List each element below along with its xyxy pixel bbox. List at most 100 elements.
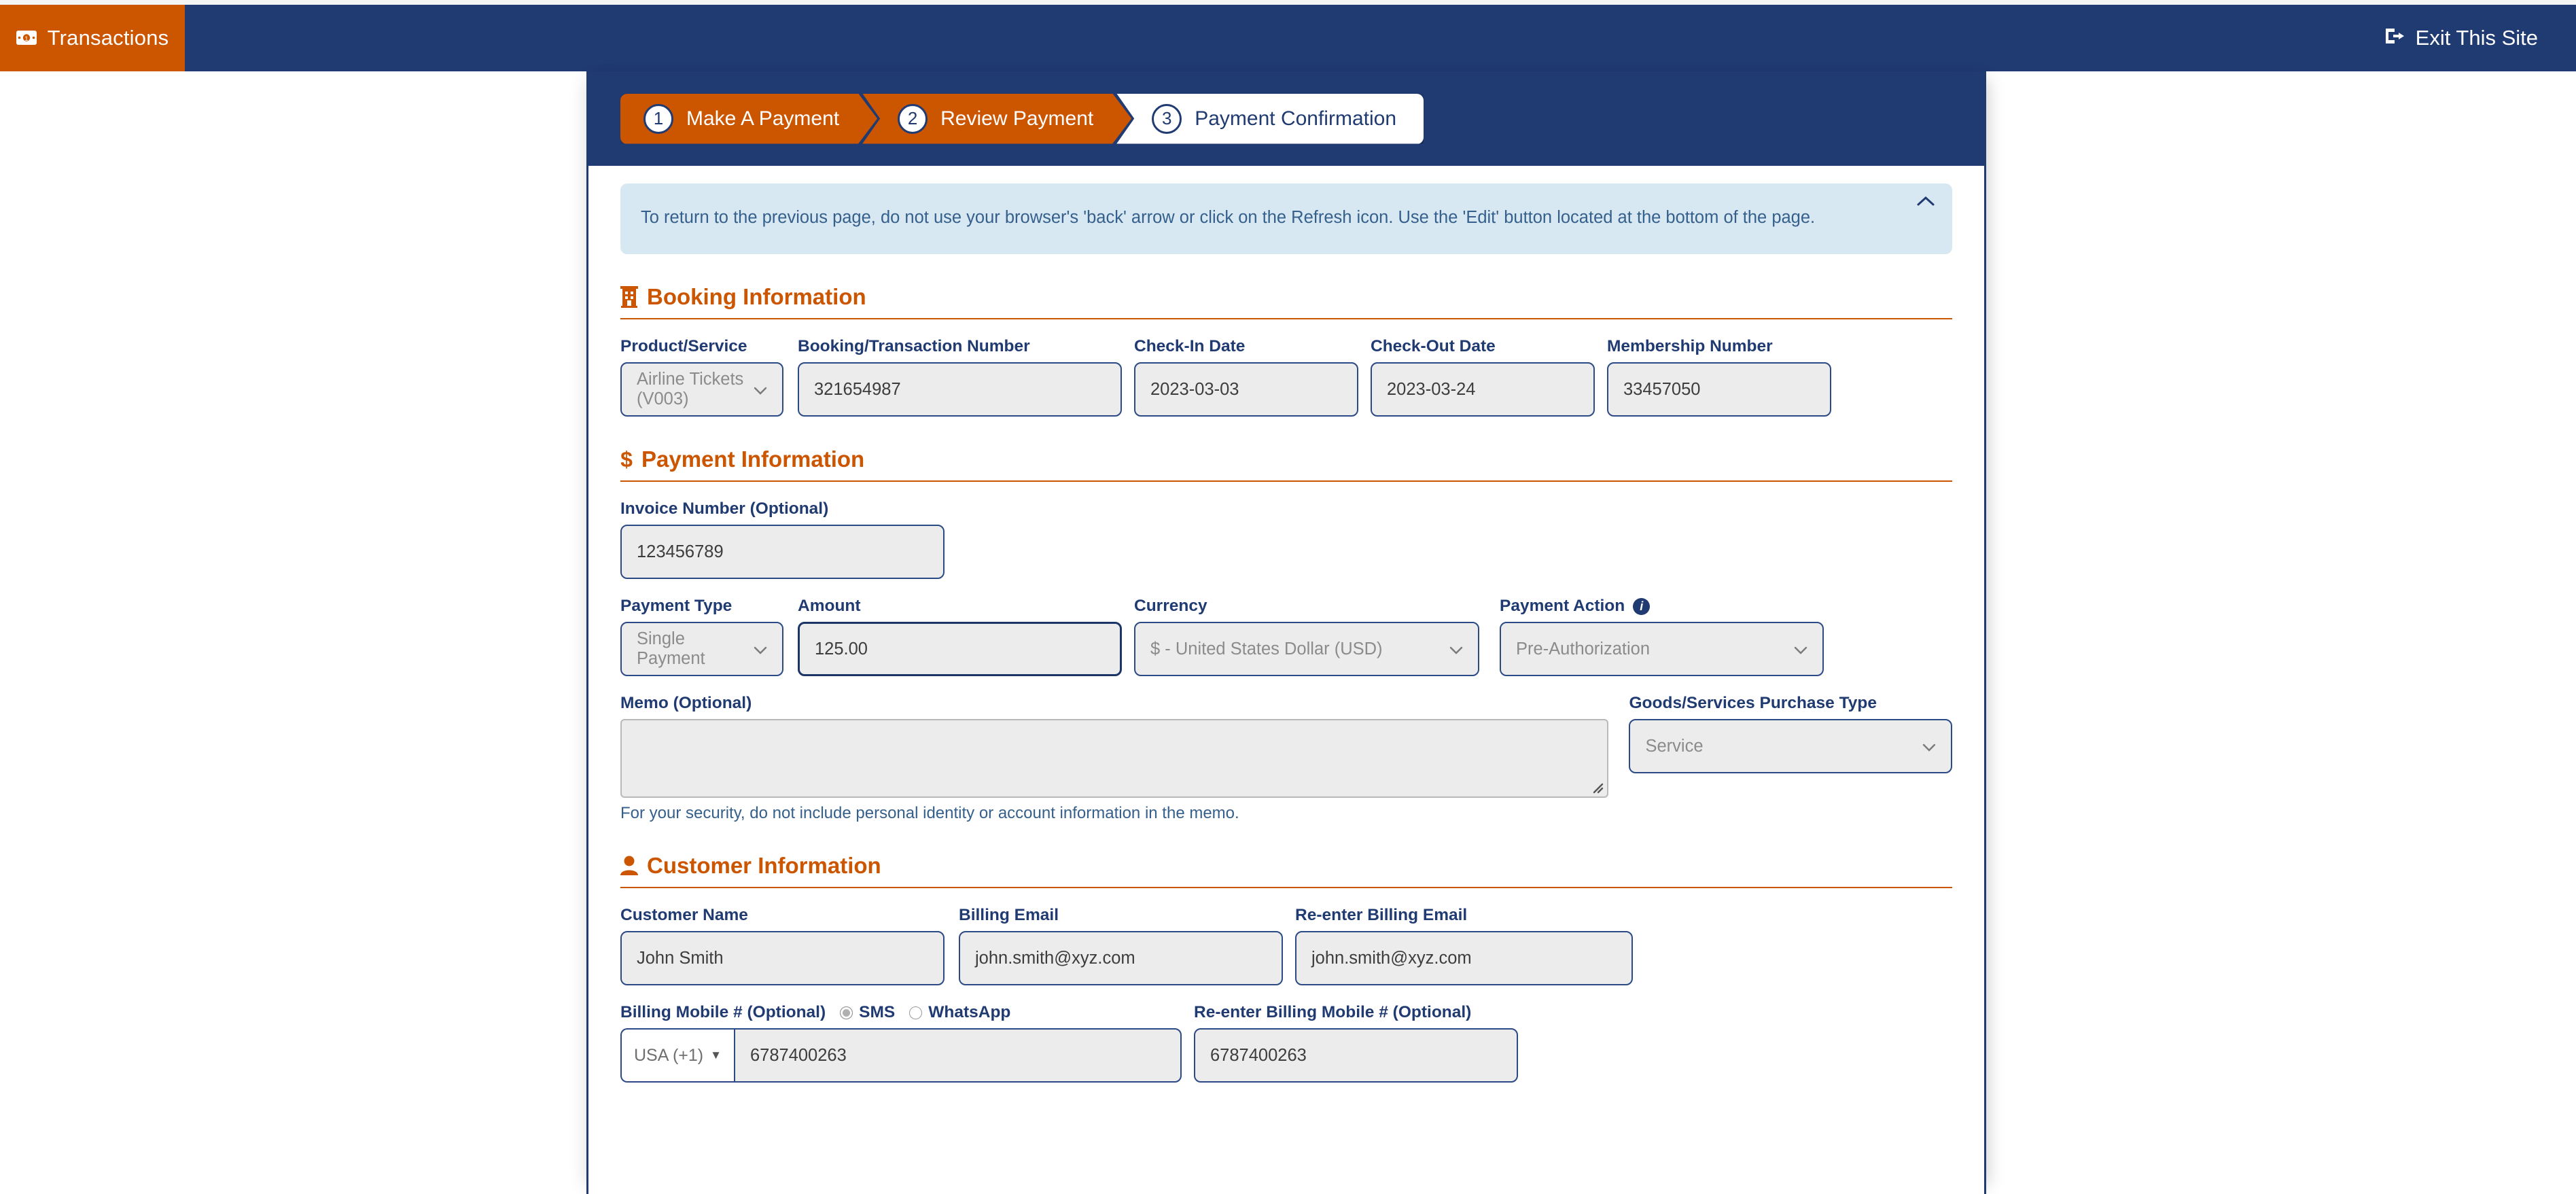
membership-number-input[interactable]: 33457050 xyxy=(1607,362,1831,417)
radio-whatsapp-input[interactable] xyxy=(909,1006,923,1019)
country-code-value: USA (+1) xyxy=(634,1045,704,1065)
label-billing-mobile: Billing Mobile # (Optional) SMS WhatsApp xyxy=(620,1003,1182,1022)
billing-mobile-value: 6787400263 xyxy=(749,1045,847,1065)
info-notice-text: To return to the previous page, do not u… xyxy=(641,207,1816,227)
wizard-header: 1 Make A Payment 2 Review Payment 3 Paym… xyxy=(588,71,1984,166)
radio-option-whatsapp[interactable]: WhatsApp xyxy=(909,1003,1010,1022)
label-billing-email: Billing Email xyxy=(959,906,1059,924)
label-purchase-type: Goods/Services Purchase Type xyxy=(1629,694,1877,712)
label-check-in-date: Check-In Date xyxy=(1134,337,1246,355)
booking-number-value: 321654987 xyxy=(814,379,901,399)
payment-action-select[interactable]: Pre-Authorization xyxy=(1500,622,1824,676)
billing-email-input[interactable]: john.smith@xyz.com xyxy=(959,931,1283,985)
payment-review-panel: 1 Make A Payment 2 Review Payment 3 Paym… xyxy=(586,71,1986,1194)
radio-option-sms[interactable]: SMS xyxy=(840,1003,895,1022)
radio-whatsapp-label: WhatsApp xyxy=(928,1003,1011,1021)
memo-row: Memo (Optional) For your security, do no… xyxy=(620,694,1952,823)
payment-type-select[interactable]: Single Payment xyxy=(620,622,783,676)
billing-mobile-input[interactable]: 6787400263 xyxy=(733,1028,1182,1083)
field-check-in-date: Check-In Date 2023-03-03 xyxy=(1134,337,1358,417)
info-circle-icon[interactable]: i xyxy=(1633,597,1651,615)
field-memo: Memo (Optional) For your security, do no… xyxy=(620,694,1609,823)
chevron-up-icon[interactable] xyxy=(1917,196,1935,210)
chevron-down-icon xyxy=(754,639,767,659)
field-amount: Amount 125.00 xyxy=(798,597,1122,676)
customer-name-input[interactable]: John Smith xyxy=(620,931,945,985)
wizard-step-payment-confirmation: 3 Payment Confirmation xyxy=(1116,93,1424,144)
purchase-type-select[interactable]: Service xyxy=(1629,719,1952,773)
booking-information-header: Booking Information xyxy=(620,284,1952,319)
label-product-service: Product/Service xyxy=(620,337,747,355)
currency-select[interactable]: $ - United States Dollar (USD) xyxy=(1134,622,1479,676)
field-reenter-billing-mobile: Re-enter Billing Mobile # (Optional) 678… xyxy=(1194,1003,1518,1083)
invoice-number-input[interactable]: 123456789 xyxy=(620,525,945,579)
reenter-billing-mobile-input[interactable]: 6787400263 xyxy=(1194,1028,1518,1083)
amount-value: 125.00 xyxy=(815,639,868,659)
payment-information-title: Payment Information xyxy=(641,446,865,472)
label-booking-number: Booking/Transaction Number xyxy=(798,337,1030,355)
chevron-down-icon xyxy=(1794,639,1807,659)
field-membership-number: Membership Number 33457050 xyxy=(1607,337,1831,417)
transactions-tab[interactable]: 1 Transactions xyxy=(0,5,185,71)
money-bill-icon: 1 xyxy=(16,26,37,50)
label-reenter-billing-email: Re-enter Billing Email xyxy=(1295,906,1468,924)
field-payment-action: Payment Action i Pre-Authorization xyxy=(1500,597,1824,676)
check-out-date-input[interactable]: 2023-03-24 xyxy=(1371,362,1595,417)
field-purchase-type: Goods/Services Purchase Type Service xyxy=(1629,694,1952,823)
wizard-step-review-payment[interactable]: 2 Review Payment xyxy=(862,94,1131,144)
invoice-number-value: 123456789 xyxy=(637,542,724,561)
hotel-building-icon xyxy=(620,286,638,308)
purchase-type-value: Service xyxy=(1645,736,1704,756)
payment-fields-row: Payment Type Single Payment Amount 125.0… xyxy=(620,597,1952,676)
step-number-2: 2 xyxy=(898,104,928,134)
membership-number-value: 33457050 xyxy=(1623,379,1701,399)
customer-fields-row: Customer Name John Smith Billing Email j… xyxy=(620,906,1952,985)
svg-text:1: 1 xyxy=(24,35,28,42)
resize-grip-icon[interactable] xyxy=(1589,779,1604,794)
payment-action-value: Pre-Authorization xyxy=(1516,639,1651,659)
field-billing-email: Billing Email john.smith@xyz.com xyxy=(959,906,1283,985)
invoice-row: Invoice Number (Optional) 123456789 xyxy=(620,499,1952,579)
wizard-step-make-a-payment[interactable]: 1 Make A Payment xyxy=(620,94,877,144)
step-number-1: 1 xyxy=(643,104,673,134)
label-check-out-date: Check-Out Date xyxy=(1371,337,1496,355)
chevron-down-icon xyxy=(1449,639,1463,659)
panel-body: To return to the previous page, do not u… xyxy=(588,183,1984,1083)
booking-number-input[interactable]: 321654987 xyxy=(798,362,1122,417)
reenter-billing-email-input[interactable]: john.smith@xyz.com xyxy=(1295,931,1633,985)
transactions-tab-label: Transactions xyxy=(47,26,169,50)
customer-name-value: John Smith xyxy=(637,948,724,968)
billing-email-value: john.smith@xyz.com xyxy=(975,948,1135,968)
field-check-out-date: Check-Out Date 2023-03-24 xyxy=(1371,337,1595,417)
reenter-billing-mobile-value: 6787400263 xyxy=(1210,1045,1307,1065)
dollar-sign-icon: $ xyxy=(620,449,633,470)
label-memo: Memo (Optional) xyxy=(620,694,752,712)
reenter-billing-email-value: john.smith@xyz.com xyxy=(1311,948,1472,968)
field-currency: Currency $ - United States Dollar (USD) xyxy=(1134,597,1479,676)
field-booking-number: Booking/Transaction Number 321654987 xyxy=(798,337,1122,417)
step-progress-bar: 1 Make A Payment 2 Review Payment 3 Paym… xyxy=(620,93,1424,144)
exit-this-site-label: Exit This Site xyxy=(2415,26,2538,50)
check-in-date-value: 2023-03-03 xyxy=(1150,379,1239,399)
step-label-3: Payment Confirmation xyxy=(1195,107,1397,130)
info-notice-banner: To return to the previous page, do not u… xyxy=(620,183,1952,254)
label-membership-number: Membership Number xyxy=(1607,337,1773,355)
check-in-date-input[interactable]: 2023-03-03 xyxy=(1134,362,1358,417)
product-service-select[interactable]: Airline Tickets (V003) xyxy=(620,362,783,417)
billing-mobile-label-text: Billing Mobile # (Optional) xyxy=(620,1003,826,1021)
field-product-service: Product/Service Airline Tickets (V003) xyxy=(620,337,783,417)
user-icon xyxy=(620,856,638,876)
field-payment-type: Payment Type Single Payment xyxy=(620,597,783,676)
chevron-down-icon xyxy=(1922,737,1936,756)
country-code-select[interactable]: USA (+1) ▼ xyxy=(620,1028,734,1083)
amount-input[interactable]: 125.00 xyxy=(798,622,1122,676)
top-navigation-bar: 1 Transactions Exit This Site xyxy=(0,0,2576,71)
exit-this-site-button[interactable]: Exit This Site xyxy=(2384,5,2576,71)
memo-textarea[interactable] xyxy=(620,719,1609,798)
field-customer-name: Customer Name John Smith xyxy=(620,906,945,985)
label-payment-action: Payment Action i xyxy=(1500,597,1824,616)
radio-sms-input[interactable] xyxy=(840,1006,853,1019)
payment-action-label-text: Payment Action xyxy=(1500,597,1625,615)
sign-out-icon xyxy=(2384,26,2405,50)
